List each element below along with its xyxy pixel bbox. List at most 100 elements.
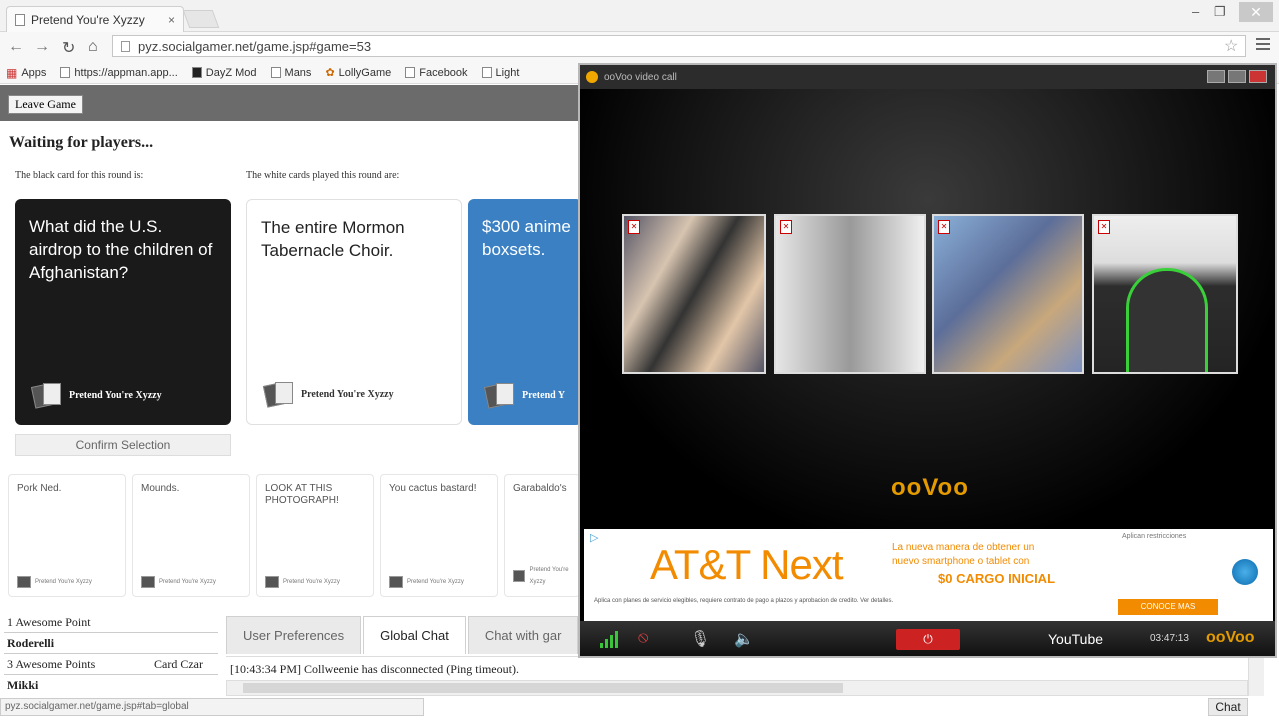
video-tile[interactable]: ✕	[1092, 214, 1238, 374]
speaker-icon[interactable]: 🔈	[734, 629, 754, 649]
hand-card-footer: Pretend You're Xyzzy	[389, 576, 464, 588]
video-tile[interactable]: ✕	[622, 214, 766, 374]
ad-cargo: $0 CARGO INICIAL	[938, 571, 1056, 586]
oovoo-titlebar[interactable]: ooVoo video call	[580, 65, 1275, 89]
bookmark-label: Facebook	[419, 66, 468, 79]
oovoo-window-title: ooVoo video call	[604, 71, 677, 83]
camera-off-icon[interactable]: ⦸	[638, 629, 648, 647]
bookmark-page-icon	[60, 67, 71, 78]
chat-button[interactable]: Chat	[1208, 698, 1248, 716]
youtube-button[interactable]: YouTube	[1048, 631, 1103, 647]
played-white-card[interactable]: The entire Mormon Tabernacle Choir. Pret…	[246, 199, 462, 425]
game-header-bar	[0, 85, 600, 121]
address-bar[interactable]: pyz.socialgamer.net/game.jsp#game=53	[112, 35, 1246, 57]
back-arrow-icon[interactable]: ←	[8, 38, 24, 56]
tab-close-icon[interactable]: ×	[168, 13, 175, 27]
oovoo-window: ooVoo video call ✕ ✕ ✕ ✕ ooVoo ▷ AT&T Ne…	[578, 63, 1277, 658]
oovoo-logo-icon	[586, 71, 598, 83]
chat-tabs: User Preferences Global Chat Chat with g…	[226, 616, 580, 654]
home-icon[interactable]: ⌂	[88, 38, 98, 56]
ad-cta-button[interactable]: CONOCE MAS	[1118, 599, 1218, 615]
cards-logo-icon	[141, 576, 155, 588]
oovoo-close-icon[interactable]	[1249, 70, 1267, 83]
score-row: Mikki	[4, 675, 218, 696]
bookmark-label: Light	[495, 66, 520, 79]
hand-card-text: Mounds.	[141, 483, 180, 494]
tab-game-chat[interactable]: Chat with gar	[467, 616, 579, 654]
microphone-icon[interactable]: 🎙	[690, 629, 710, 649]
score-text: 1 Awesome Point	[7, 615, 91, 629]
leave-game-button[interactable]: Leave Game	[8, 95, 83, 114]
black-card-text: What did the U.S. airdrop to the childre…	[29, 217, 213, 282]
signal-strength-icon	[600, 631, 618, 648]
end-call-button[interactable]: ⏻	[896, 629, 960, 650]
hand-card[interactable]: Pork Ned. Pretend You're Xyzzy	[8, 474, 126, 597]
score-row: Roderelli	[4, 633, 218, 654]
advertisement-banner[interactable]: ▷ AT&T Next La nueva manera de obtener u…	[584, 529, 1273, 621]
bookmark-item[interactable]: Light	[481, 66, 520, 79]
forward-arrow-icon[interactable]: →	[34, 38, 50, 56]
score-text: 3 Awesome Points	[7, 657, 96, 671]
hand-card-text: Pork Ned.	[17, 483, 62, 494]
hand-card[interactable]: You cactus bastard! Pretend You're Xyzzy	[380, 474, 498, 597]
video-badge-icon: ✕	[938, 220, 950, 234]
hand-card[interactable]: Garabaldo's Pretend You're Xyzzy	[504, 474, 580, 597]
att-globe-icon	[1232, 559, 1258, 585]
cards-logo-icon	[389, 576, 403, 588]
bookmark-label: LollyGame	[338, 66, 392, 79]
cards-logo-icon	[265, 576, 279, 588]
bookmark-item[interactable]: DayZ Mod	[191, 67, 257, 79]
ad-subtitle-line: La nueva manera de obtener un	[892, 542, 1035, 553]
new-tab-button[interactable]	[182, 10, 220, 28]
restore-icon[interactable]: ❐	[1214, 4, 1226, 20]
cards-logo-icon	[262, 382, 295, 408]
hand-card-brand: Pretend You're Xyzzy	[407, 579, 464, 585]
reload-icon[interactable]: ↻	[62, 38, 75, 58]
card-footer: Pretend Y	[483, 383, 565, 409]
card-brand: Pretend You're Xyzzy	[301, 388, 394, 400]
player-name: Mikki	[7, 678, 39, 692]
tab-global-chat[interactable]: Global Chat	[363, 616, 466, 654]
minimize-icon[interactable]: –	[1192, 4, 1199, 19]
video-person	[1126, 268, 1208, 372]
scrollbar-thumb[interactable]	[243, 683, 843, 693]
hand-card[interactable]: LOOK AT THIS PHOTOGRAPH! Pretend You're …	[256, 474, 374, 597]
ad-fine-print: Aplica con planes de servicio elegibles,…	[594, 598, 894, 604]
call-timer: 03:47:13	[1150, 633, 1189, 644]
hand-card-brand: Pretend You're Xyzzy	[35, 579, 92, 585]
white-card-text: The entire Mormon Tabernacle Choir.	[261, 218, 405, 260]
bookmark-item[interactable]: https://appman.app...	[60, 67, 178, 79]
hand-card[interactable]: Mounds. Pretend You're Xyzzy	[132, 474, 250, 597]
ad-subtitle: La nueva manera de obtener un nuevo smart…	[892, 541, 1034, 569]
cards-logo-icon	[30, 383, 63, 409]
hand-card-text: LOOK AT THIS PHOTOGRAPH!	[265, 483, 339, 506]
bookmark-item[interactable]: Mans	[270, 66, 312, 79]
oovoo-minimize-icon[interactable]	[1228, 70, 1246, 83]
oovoo-control-bar: ⦸ 🎙 🔈 ⏻ YouTube 03:47:13 ooVoo	[580, 621, 1275, 656]
menu-icon[interactable]	[1256, 38, 1270, 53]
video-badge-icon: ✕	[628, 220, 640, 234]
tab-user-preferences[interactable]: User Preferences	[226, 616, 362, 654]
window-close-icon[interactable]: ✕	[1239, 2, 1273, 22]
video-tile[interactable]: ✕	[774, 214, 926, 374]
bookmark-item[interactable]: Facebook	[405, 66, 468, 79]
bookmark-game-icon: ✿	[325, 67, 335, 79]
video-badge-icon: ✕	[780, 220, 792, 234]
oovoo-settings-icon[interactable]	[1207, 70, 1225, 83]
bookmark-item[interactable]: ✿ LollyGame	[325, 66, 392, 80]
browser-tab[interactable]: Pretend You're Xyzzy ×	[6, 6, 184, 32]
hand-card-footer: Pretend You're Xyzzy	[141, 576, 216, 588]
played-white-card-selected[interactable]: $300 anime boxsets. Pretend Y	[468, 199, 582, 425]
horizontal-scrollbar[interactable]	[226, 680, 1248, 696]
bookmark-page-icon	[270, 67, 281, 78]
bookmark-apps[interactable]: ▦ Apps	[6, 66, 46, 80]
confirm-selection-button[interactable]: Confirm Selection	[15, 434, 231, 456]
video-tile[interactable]: ✕	[932, 214, 1084, 374]
video-badge-icon: ✕	[1098, 220, 1110, 234]
ad-info-icon[interactable]: ▷	[590, 531, 598, 544]
star-icon[interactable]: ☆	[1224, 36, 1238, 56]
game-status: Waiting for players...	[9, 134, 154, 151]
bookmark-label: Mans	[284, 66, 312, 79]
vertical-scrollbar[interactable]	[1248, 656, 1264, 696]
apps-grid-icon: ▦	[6, 65, 18, 80]
